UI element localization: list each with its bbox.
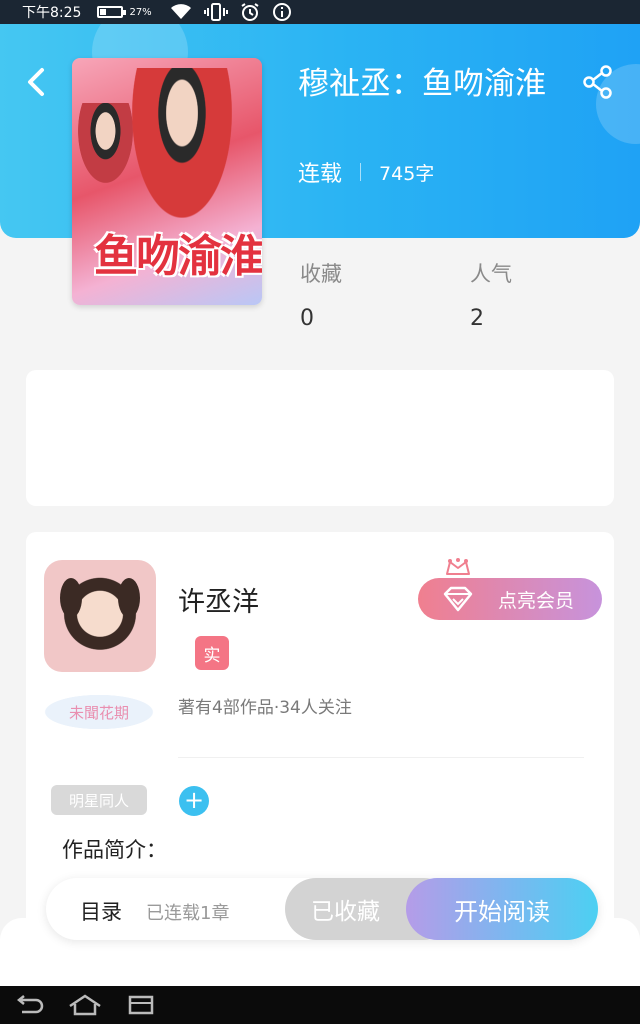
- info-icon: [272, 2, 292, 22]
- favorites-label: 收藏: [300, 262, 342, 286]
- popularity-label: 人气: [470, 262, 512, 286]
- favorites-value: 0: [300, 306, 314, 331]
- diamond-icon: [443, 586, 473, 612]
- toc-status[interactable]: 已连载1章: [146, 899, 229, 925]
- collect-button-label: 已收藏: [311, 899, 380, 925]
- cover-figure: [78, 103, 133, 183]
- popularity-value: 2: [470, 306, 484, 331]
- author-title-badge-text: 未聞花期: [68, 703, 129, 722]
- word-count: 745字: [379, 162, 435, 185]
- status-time: 下午8:25: [22, 5, 82, 21]
- author-title-badge: 未聞花期: [36, 692, 162, 732]
- vip-button-label: 点亮会员: [497, 589, 574, 612]
- author-stats: 著有4部作品·34人关注: [178, 698, 352, 718]
- system-nav-bar: [0, 986, 640, 1024]
- toc-button[interactable]: 目录: [80, 896, 122, 926]
- share-icon: [583, 65, 612, 99]
- intro-label: 作品简介：: [62, 838, 167, 862]
- meta-divider: [360, 163, 362, 181]
- battery-percent: 27%: [129, 6, 152, 18]
- verified-badge: 实: [195, 636, 229, 670]
- author-divider: [178, 757, 584, 758]
- popularity-stat: 人气 2: [470, 258, 512, 331]
- back-button[interactable]: [22, 62, 52, 102]
- start-reading-label: 开始阅读: [454, 897, 550, 926]
- book-cover[interactable]: 鱼吻渝淮: [72, 58, 262, 305]
- book-meta: 连载 745字: [298, 156, 434, 188]
- crown-icon: [446, 558, 470, 575]
- favorites-stat: 收藏 0: [300, 258, 342, 331]
- status-bar: 下午8:25 27%: [0, 0, 640, 24]
- empty-card: [26, 370, 614, 506]
- recent-apps-icon[interactable]: [128, 994, 154, 1016]
- start-reading-button[interactable]: 开始阅读: [406, 878, 598, 940]
- avatar[interactable]: [44, 560, 156, 672]
- back-arrow-icon[interactable]: [14, 994, 44, 1016]
- author-name[interactable]: 许丞洋: [178, 580, 259, 619]
- serial-status: 连载: [298, 162, 343, 187]
- vibrate-icon: [203, 3, 228, 21]
- book-title: 穆祉丞：鱼吻渝淮: [298, 66, 546, 102]
- chevron-left-icon: [28, 68, 44, 96]
- cover-title: 鱼吻渝淮: [94, 231, 262, 282]
- wifi-icon: [170, 3, 192, 21]
- home-icon[interactable]: [68, 994, 102, 1016]
- genre-tag[interactable]: 明星同人: [51, 785, 147, 815]
- cover-figure: [132, 68, 232, 218]
- share-button[interactable]: [578, 62, 618, 102]
- battery-icon: [97, 6, 127, 18]
- add-tag-button[interactable]: +: [179, 786, 209, 816]
- alarm-icon: [240, 2, 260, 22]
